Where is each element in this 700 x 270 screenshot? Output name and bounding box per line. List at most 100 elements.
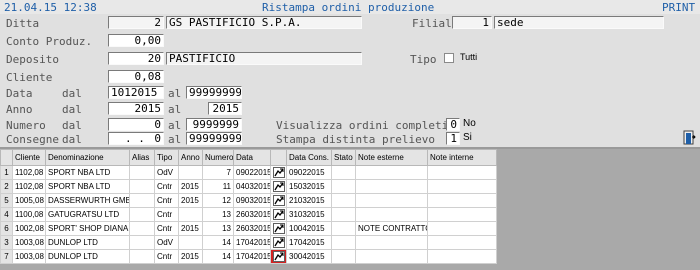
- data-cons-cell[interactable]: 17042015: [286, 235, 332, 250]
- ditta-code-field[interactable]: 2: [108, 16, 164, 29]
- table-row[interactable]: 2 1102,08 SPORT NBA LTD Cntr 2015 11 04032015 1…: [0, 179, 497, 194]
- stato-cell[interactable]: [331, 249, 356, 264]
- note-esterne-cell[interactable]: [355, 193, 428, 208]
- print-order-icon[interactable]: [272, 181, 285, 192]
- denominazione-cell[interactable]: DUNLOP LTD: [45, 235, 130, 250]
- numero-header[interactable]: Numero: [202, 149, 234, 166]
- cliente-cell[interactable]: 1005,08: [12, 193, 46, 208]
- alias-cell[interactable]: [129, 235, 155, 250]
- visualizza-field[interactable]: 0: [446, 118, 460, 131]
- note-interne-cell[interactable]: [427, 221, 497, 236]
- tipo-checkbox[interactable]: [444, 53, 454, 63]
- action-cell[interactable]: [270, 221, 287, 236]
- note-interne-cell[interactable]: [427, 207, 497, 222]
- alias-header[interactable]: Alias: [129, 149, 155, 166]
- cliente-cell[interactable]: 1003,08: [12, 235, 46, 250]
- anno-cell[interactable]: [178, 165, 203, 180]
- anno-from-field[interactable]: 2015: [108, 102, 164, 115]
- tipo-cell[interactable]: OdV: [154, 235, 179, 250]
- note-interne-cell[interactable]: [427, 165, 497, 180]
- numero-cell[interactable]: 14: [202, 235, 234, 250]
- anno-cell[interactable]: 2015: [178, 221, 203, 236]
- numero-cell[interactable]: 13: [202, 207, 234, 222]
- anno-cell[interactable]: [178, 235, 203, 250]
- action-cell[interactable]: [270, 193, 287, 208]
- denominazione-header[interactable]: Denominazione: [45, 149, 130, 166]
- denominazione-cell[interactable]: SPORT NBA LTD: [45, 165, 130, 180]
- note-interne-header[interactable]: Note interne: [427, 149, 497, 166]
- anno-cell[interactable]: 2015: [178, 179, 203, 194]
- print-label[interactable]: PRINT: [662, 1, 695, 14]
- alias-cell[interactable]: [129, 207, 155, 222]
- numero-cell[interactable]: 13: [202, 221, 234, 236]
- action-cell[interactable]: [270, 249, 287, 264]
- denominazione-cell[interactable]: SPORT NBA LTD: [45, 179, 130, 194]
- data-cell[interactable]: 04032015: [233, 179, 271, 194]
- conto-produz-field[interactable]: 0,00: [108, 34, 164, 47]
- stato-cell[interactable]: [331, 221, 356, 236]
- numero-to-field[interactable]: 9999999: [186, 118, 242, 131]
- row-number[interactable]: 7: [0, 249, 13, 264]
- note-interne-cell[interactable]: [427, 235, 497, 250]
- row-number[interactable]: 1: [0, 165, 13, 180]
- cliente-cell[interactable]: 1102,08: [12, 179, 46, 194]
- stato-cell[interactable]: [331, 193, 356, 208]
- cliente-cell[interactable]: 1102,08: [12, 165, 46, 180]
- note-esterne-cell[interactable]: [355, 235, 428, 250]
- stato-cell[interactable]: [331, 207, 356, 222]
- data-header[interactable]: Data: [233, 149, 271, 166]
- data-cons-cell[interactable]: 09022015: [286, 165, 332, 180]
- numero-from-field[interactable]: 0: [108, 118, 164, 131]
- row-number-header[interactable]: [0, 149, 13, 166]
- note-interne-cell[interactable]: [427, 249, 497, 264]
- action-cell[interactable]: [270, 179, 287, 194]
- note-esterne-cell[interactable]: NOTE CONTRATTO: [355, 221, 428, 236]
- table-row[interactable]: 7 1003,08 DUNLOP LTD Cntr 2015 14 17042015 3004…: [0, 249, 497, 264]
- numero-cell[interactable]: 14: [202, 249, 234, 264]
- data-cell[interactable]: 09022015: [233, 165, 271, 180]
- anno-to-field[interactable]: 2015: [208, 102, 242, 115]
- cliente-cell[interactable]: 1003,08: [12, 249, 46, 264]
- stato-cell[interactable]: [331, 235, 356, 250]
- note-esterne-header[interactable]: Note esterne: [355, 149, 428, 166]
- tipo-cell[interactable]: Cntr: [154, 179, 179, 194]
- data-cons-header[interactable]: Data Cons.: [286, 149, 332, 166]
- data-cons-cell[interactable]: 31032015: [286, 207, 332, 222]
- alias-cell[interactable]: [129, 249, 155, 264]
- action-cell[interactable]: [270, 165, 287, 180]
- exit-door-icon[interactable]: [683, 130, 696, 148]
- print-order-icon[interactable]: [272, 237, 285, 248]
- denominazione-cell[interactable]: DASSERWURTH GMBH: [45, 193, 130, 208]
- data-cons-cell[interactable]: 21032015: [286, 193, 332, 208]
- note-interne-cell[interactable]: [427, 179, 497, 194]
- data-cell[interactable]: 17042015: [233, 235, 271, 250]
- numero-cell[interactable]: 12: [202, 193, 234, 208]
- print-order-icon[interactable]: [272, 167, 285, 178]
- tipo-cell[interactable]: Cntr: [154, 193, 179, 208]
- print-order-icon[interactable]: [272, 209, 285, 220]
- alias-cell[interactable]: [129, 221, 155, 236]
- table-row[interactable]: 1 1102,08 SPORT NBA LTD OdV 7 09022015 0902201…: [0, 165, 497, 180]
- print-order-icon[interactable]: [271, 250, 286, 263]
- note-esterne-cell[interactable]: [355, 179, 428, 194]
- stampa-field[interactable]: 1: [446, 132, 460, 145]
- table-row[interactable]: 5 1005,08 DASSERWURTH GMBH Cntr 2015 12 090320…: [0, 193, 497, 208]
- table-row[interactable]: 4 1100,08 GATUGRATSU LTD Cntr 13 26032015 3103…: [0, 207, 497, 222]
- numero-cell[interactable]: 7: [202, 165, 234, 180]
- anno-header[interactable]: Anno: [178, 149, 203, 166]
- anno-cell[interactable]: [178, 207, 203, 222]
- data-cell[interactable]: 17042015: [233, 249, 271, 264]
- print-order-icon[interactable]: [272, 195, 285, 206]
- cliente-cell[interactable]: 1100,08: [12, 207, 46, 222]
- data-cell[interactable]: 26032015: [233, 221, 271, 236]
- denominazione-cell[interactable]: SPORT' SHOP DIANA: [45, 221, 130, 236]
- cliente-cell[interactable]: 1002,08: [12, 221, 46, 236]
- cliente-header[interactable]: Cliente: [12, 149, 46, 166]
- data-cons-cell[interactable]: 15032015: [286, 179, 332, 194]
- data-cell[interactable]: 09032015: [233, 193, 271, 208]
- action-cell[interactable]: [270, 235, 287, 250]
- anno-cell[interactable]: 2015: [178, 193, 203, 208]
- tipo-cell[interactable]: Cntr: [154, 207, 179, 222]
- tipo-cell[interactable]: OdV: [154, 165, 179, 180]
- alias-cell[interactable]: [129, 179, 155, 194]
